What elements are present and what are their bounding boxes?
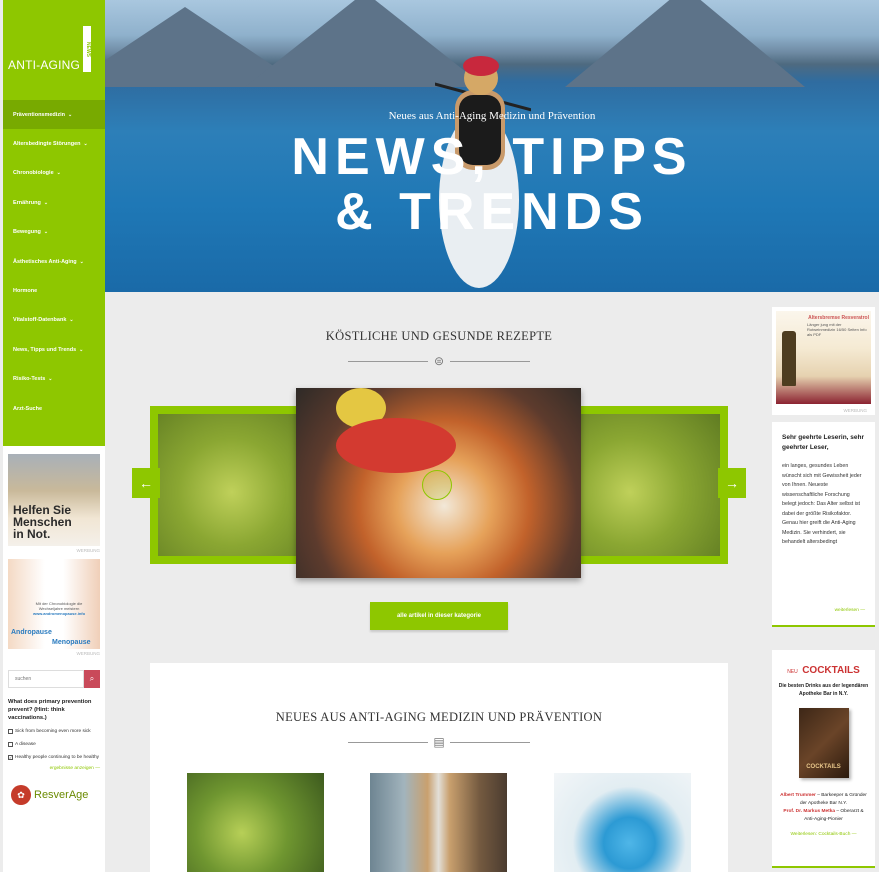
news-thumbnail-petri-dish[interactable] bbox=[554, 773, 691, 872]
news-title: NEUES AUS ANTI-AGING MEDIZIN UND PRÄVENT… bbox=[275, 710, 603, 724]
ad-andropause-text: Mit der Chronobiologie die Wechseljahre … bbox=[32, 601, 86, 616]
poll-option[interactable]: ✓ Healthy people continuing to be healthy bbox=[8, 754, 100, 761]
nav-item[interactable]: Arzt-Suche bbox=[3, 394, 105, 423]
search-icon: ⌕ bbox=[89, 674, 95, 683]
checkbox-icon[interactable] bbox=[8, 742, 13, 747]
nav-item[interactable]: Hormone bbox=[3, 276, 105, 305]
chevron-down-icon: ⌄ bbox=[83, 141, 88, 148]
ad-andropause[interactable]: Mit der Chronobiologie die Wechseljahre … bbox=[8, 559, 100, 656]
chevron-down-icon: ⌄ bbox=[79, 346, 84, 353]
arrow-right-icon: → bbox=[725, 475, 739, 491]
category-articles-button[interactable]: alle artikel in dieser kategorie bbox=[370, 602, 508, 630]
letter-more-link[interactable]: weiterlesen — bbox=[835, 608, 865, 613]
recipes-title: KÖSTLICHE UND GESUNDE REZEPTE bbox=[325, 329, 553, 343]
search-input[interactable] bbox=[8, 670, 84, 688]
carousel-prev-button[interactable]: ← bbox=[132, 468, 160, 498]
nav-item[interactable]: Chronobiologie ⌄ bbox=[3, 159, 105, 188]
ad-resveratrol-title: Altersbremse Resveratrol bbox=[808, 315, 869, 321]
cocktail-book-cover[interactable]: COCKTAILS bbox=[798, 708, 849, 778]
cutlery-icon: ⊜ bbox=[433, 354, 445, 368]
cocktail-title: COCKTAILS bbox=[802, 665, 860, 676]
nav-item[interactable]: Präventionsmedizin ⌄ bbox=[3, 100, 105, 130]
letter-box: Sehr geehrte Leserin, sehr geehrter Lese… bbox=[772, 422, 875, 627]
carousel-next-button[interactable]: → bbox=[718, 468, 746, 498]
chevron-down-icon: ⌄ bbox=[69, 317, 74, 324]
cocktail-more-link[interactable]: Weiterlesen: Cocktails-Buch — bbox=[778, 832, 869, 837]
new-badge: NEU bbox=[787, 669, 798, 675]
checkbox-checked-icon[interactable]: ✓ bbox=[8, 755, 13, 760]
nav-item[interactable]: News, Tipps und Trends ⌄ bbox=[3, 335, 105, 364]
news-section: NEUES AUS ANTI-AGING MEDIZIN UND PRÄVENT… bbox=[150, 663, 728, 872]
poll-option[interactable]: A disease bbox=[8, 741, 100, 748]
chevron-down-icon: ⌄ bbox=[56, 170, 61, 177]
letter-body: ein langes, gesundes Leben wünscht sich … bbox=[782, 463, 862, 545]
nav-item[interactable]: Bewegung ⌄ bbox=[3, 218, 105, 247]
poll-option[interactable]: Sick from becoming even more sick bbox=[8, 728, 100, 735]
chevron-down-icon: ⌄ bbox=[67, 111, 73, 118]
chevron-down-icon: ⌄ bbox=[79, 258, 84, 265]
ad-resveratrol[interactable]: Altersbremse Resveratrol Länger jung mit… bbox=[772, 307, 875, 415]
nav-item[interactable]: Risiko-Tests ⌄ bbox=[3, 365, 105, 394]
poll-question: What does primary prevention prevent? (H… bbox=[8, 699, 92, 721]
chevron-down-icon: ⌄ bbox=[43, 229, 49, 236]
carousel-slide-current[interactable] bbox=[296, 388, 581, 578]
news-divider: ▤ bbox=[150, 735, 728, 749]
mountain-shape bbox=[565, 0, 805, 87]
arrow-left-icon: ← bbox=[139, 475, 153, 491]
recipe-carousel: ← → bbox=[132, 388, 746, 580]
resverage-logo[interactable]: ✿ ResverAge bbox=[11, 785, 97, 805]
ad-resveratrol-image[interactable]: Altersbremse Resveratrol Länger jung mit… bbox=[776, 311, 871, 404]
cocktail-subtitle: Die besten Drinks aus der legendären Apo… bbox=[778, 683, 869, 697]
ad-help-text: Helfen Sie Menschen in Not. bbox=[13, 503, 72, 541]
site-logo[interactable]: ANTI-AGING NEWS bbox=[3, 0, 105, 100]
search-form: ⌕ bbox=[8, 670, 100, 688]
checkbox-icon[interactable] bbox=[8, 729, 13, 734]
wine-bottle-icon bbox=[782, 331, 796, 386]
newspaper-icon: ▤ bbox=[433, 735, 445, 749]
nav-item[interactable]: Vitalstoff-Datenbank ⌄ bbox=[3, 306, 105, 335]
ad-label: WERBUNG bbox=[76, 548, 101, 553]
hero-banner: Neues aus Anti-Aging Medizin und Prävent… bbox=[105, 0, 879, 292]
search-button[interactable]: ⌕ bbox=[84, 670, 100, 688]
carousel-play-icon[interactable] bbox=[422, 470, 452, 500]
ad-cocktail-book[interactable]: NEU COCKTAILS Die besten Drinks aus der … bbox=[772, 650, 875, 868]
logo-text: ANTI-AGING bbox=[8, 58, 81, 72]
logo-bar: NEWS bbox=[83, 26, 91, 72]
poll-results-link[interactable]: ergebnisse anzeigen — bbox=[8, 766, 100, 771]
ad-help[interactable]: Helfen Sie Menschen in Not. WERBUNG bbox=[8, 454, 100, 553]
nav-item[interactable]: Altersbedingte Störungen ⌄ bbox=[3, 129, 105, 158]
ad-resveratrol-text: Länger jung mit der Rotweinmedizin 16/50… bbox=[807, 322, 867, 337]
recipes-divider: ⊜ bbox=[150, 354, 728, 368]
chevron-down-icon: ⌄ bbox=[48, 376, 53, 383]
poll: What does primary prevention prevent? (H… bbox=[8, 698, 100, 771]
hero-subtitle: Neues aus Anti-Aging Medizin und Prävent… bbox=[388, 110, 596, 122]
nav-item[interactable]: Ernährung ⌄ bbox=[3, 188, 105, 217]
nav-item[interactable]: Ästhetisches Anti-Aging ⌄ bbox=[3, 247, 105, 276]
hero-title: NEWS, TIPPS & TRENDS bbox=[291, 128, 693, 241]
ad-label: WERBUNG bbox=[76, 651, 101, 656]
ad-brand-menopause: Menopause bbox=[52, 639, 91, 646]
main-content: KÖSTLICHE UND GESUNDE REZEPTE ⊜ ← → alle… bbox=[132, 292, 746, 872]
main-nav: ANTI-AGING NEWS Präventionsmedizin ⌄ Alter… bbox=[3, 0, 105, 446]
ad-brand-andropause: Andropause bbox=[11, 629, 52, 636]
resverage-name: ResverAge bbox=[34, 789, 89, 801]
ad-help-image[interactable]: Helfen Sie Menschen in Not. bbox=[8, 454, 100, 546]
news-thumbnail-hops[interactable] bbox=[187, 773, 324, 872]
sidebar: ANTI-AGING NEWS Präventionsmedizin ⌄ Alter… bbox=[3, 0, 105, 872]
chevron-down-icon: ⌄ bbox=[43, 199, 49, 206]
ad-andropause-image[interactable]: Mit der Chronobiologie die Wechseljahre … bbox=[8, 559, 100, 649]
cocktail-authors: Albert Trummer – Barkeeper & Gründer der… bbox=[780, 793, 867, 822]
resverage-icon: ✿ bbox=[11, 785, 31, 805]
letter-heading: Sehr geehrte Leserin, sehr geehrter Lese… bbox=[782, 434, 865, 451]
news-thumbnail-thermometer[interactable] bbox=[370, 773, 507, 872]
ad-label: WERBUNG bbox=[843, 408, 868, 413]
